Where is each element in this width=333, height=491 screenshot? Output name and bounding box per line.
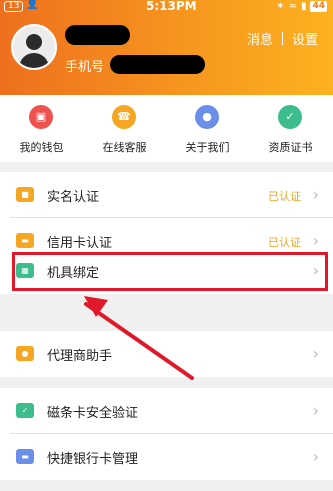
quick-action-customer-service[interactable]: ☎ 在线客服 [83,95,166,162]
menu-item-real-name[interactable]: ■ 实名认证 已认证 › [0,172,333,218]
messages-link[interactable]: 消息 [247,29,273,48]
quick-action-about-us[interactable]: ● 关于我们 [166,95,249,162]
menu-item-label: 代理商助手 [47,349,113,364]
person-status-icon: 👤 [26,0,39,10]
credit-card-icon: ▬ [16,233,34,248]
menu-item-label: 快捷银行卡管理 [47,452,139,467]
menu-item-label: 实名认证 [47,190,100,205]
chevron-right-icon: › [312,185,319,204]
status-time: 5:13PM [146,0,197,13]
username-redacted [65,25,130,45]
settings-link[interactable]: 设置 [292,29,318,48]
chevron-right-icon: › [312,401,319,420]
wallet-icon: ▣ [29,105,53,129]
chevron-right-icon: › [312,261,319,280]
certificate-icon: ✓ [278,105,302,129]
notification-count-badge: 13 [4,1,24,12]
menu-item-label: 机具绑定 [47,266,100,281]
header-link-divider [281,32,283,45]
pos-terminal-icon: ▦ [16,263,34,278]
quick-action-wallet[interactable]: ▣ 我的钱包 [0,95,83,162]
quick-action-certificate[interactable]: ✓ 资质证书 [249,95,332,162]
quick-action-label: 我的钱包 [19,141,64,154]
about-us-icon: ● [195,105,219,129]
menu-item-device-binding[interactable]: ▦ 机具绑定 › [0,248,333,294]
profile-header: 13 👤 5:13PM ✶ ≈ ▮ 44 手机号 消息 设置 [0,0,333,95]
people-icon: ● [16,346,34,361]
id-card-icon: ■ [16,187,34,202]
menu-item-label: 磁条卡安全验证 [47,406,139,421]
verified-status: 已认证 [268,190,301,203]
bank-card-icon: ▬ [16,449,34,464]
avatar[interactable] [11,24,57,70]
battery-icon: 44 [310,1,327,12]
bluetooth-icon: ✶ [276,0,285,12]
signal-icon: ▮ [300,0,307,12]
card-verify-icon: ✓ [16,403,34,418]
phone-label: 手机号 [65,60,105,75]
menu-item-quick-bank[interactable]: ▬ 快捷银行卡管理 › [0,434,333,480]
quick-action-label: 资质证书 [268,141,313,154]
quick-action-label: 关于我们 [185,141,230,154]
menu-item-agent-assistant[interactable]: ● 代理商助手 › [0,331,333,377]
wifi-icon: ≈ [288,0,297,12]
status-bar: 13 👤 5:13PM ✶ ≈ ▮ 44 [0,0,333,13]
phone-number-redacted [110,55,205,74]
menu-item-magstripe[interactable]: ✓ 磁条卡安全验证 › [0,388,333,434]
chevron-right-icon: › [312,447,319,466]
customer-service-icon: ☎ [112,105,136,129]
quick-action-label: 在线客服 [102,141,147,154]
quick-actions-bar: ▣ 我的钱包 ☎ 在线客服 ● 关于我们 ✓ 资质证书 [0,95,333,162]
chevron-right-icon: › [312,344,319,363]
